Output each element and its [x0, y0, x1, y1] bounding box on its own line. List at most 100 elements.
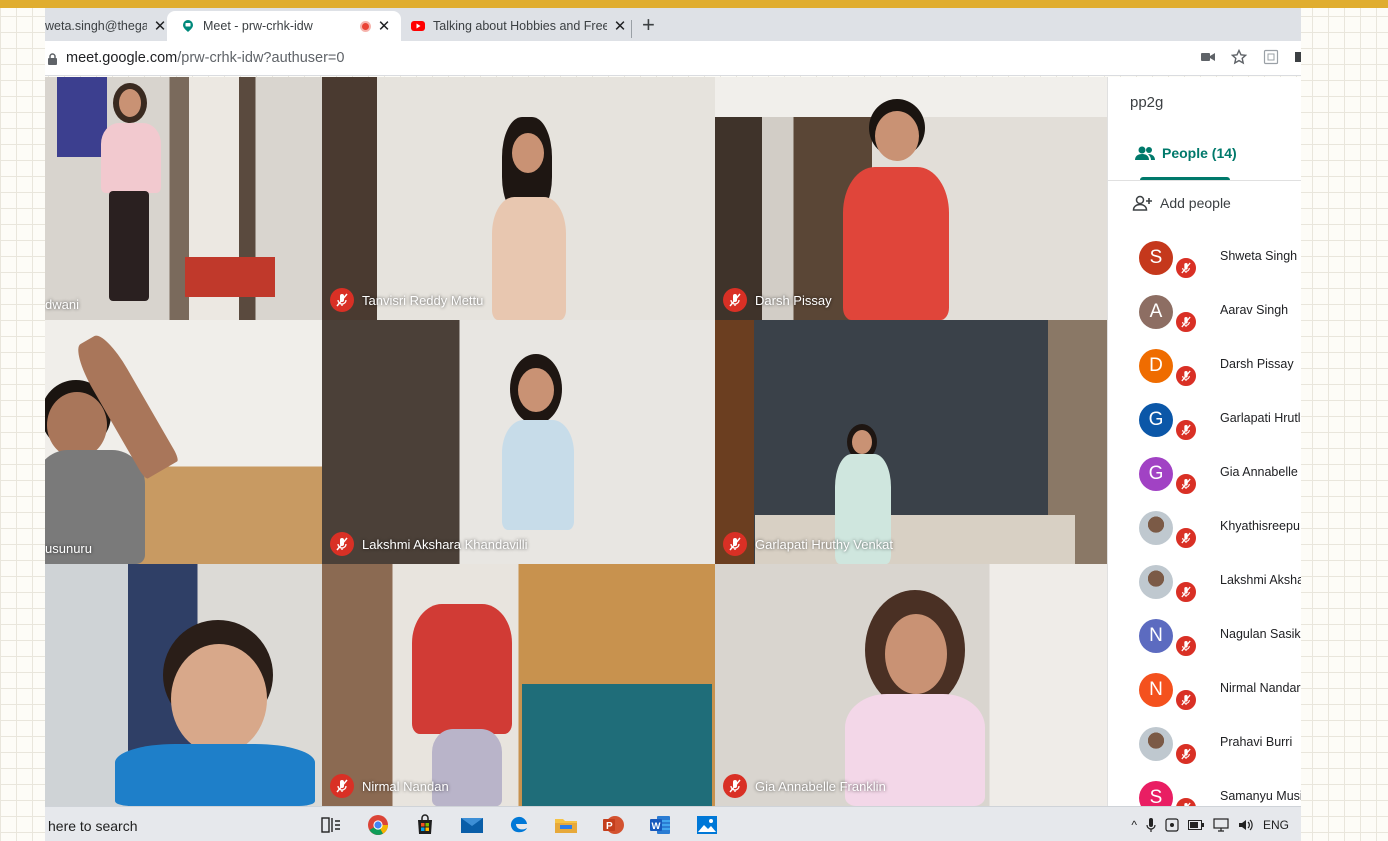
participant-body: [115, 744, 315, 806]
battery-icon[interactable]: [1187, 820, 1204, 830]
participant-row[interactable]: N Nirmal Nandar: [1108, 664, 1301, 718]
participant-name: Lakshmi Akshara Khandavilli: [362, 536, 528, 552]
video-tile[interactable]: Garlapati Hruthy Venkat: [715, 320, 1107, 564]
mic-off-icon: [1174, 256, 1198, 280]
participant-name: Shweta Singh (: [1220, 249, 1301, 263]
address-bar[interactable]: meet.google.com/prw-crhk-idw?authuser=0: [45, 41, 1301, 76]
participant-row[interactable]: A Aarav Singh: [1108, 286, 1301, 340]
participant-face: [875, 111, 919, 161]
mic-off-icon: [723, 532, 747, 556]
avatar: G: [1139, 457, 1173, 491]
svg-text:P: P: [606, 821, 613, 832]
participant-face: [518, 368, 554, 412]
word-icon[interactable]: W: [648, 813, 672, 837]
svg-text:W: W: [652, 821, 661, 832]
video-tile[interactable]: dwani: [45, 77, 322, 320]
participant-name: dwani: [45, 297, 79, 312]
close-tab-icon[interactable]: ✕: [153, 17, 167, 35]
close-tab-icon[interactable]: ✕: [613, 17, 627, 35]
microphone-icon[interactable]: [1146, 818, 1156, 832]
tab-meet[interactable]: Meet - prw-crhk-idw ✕: [167, 11, 401, 41]
video-tile[interactable]: [45, 564, 322, 806]
people-tab-label: People (14): [1162, 145, 1237, 161]
participant-face: [47, 392, 107, 458]
avatar: [1139, 511, 1173, 545]
taskbar-search[interactable]: here to search: [48, 818, 138, 834]
participant-name: usunuru: [45, 541, 92, 556]
mic-off-icon: [1174, 418, 1198, 442]
add-people-label: Add people: [1160, 195, 1231, 211]
participant-name-label: Darsh Pissay: [723, 288, 832, 312]
top-accent-band: [0, 0, 1388, 8]
url-text[interactable]: meet.google.com/prw-crhk-idw?authuser=0: [66, 50, 344, 66]
video-tile[interactable]: Nirmal Nandan: [322, 564, 715, 806]
extension-icon[interactable]: [1263, 49, 1279, 65]
meeting-code: pp2g: [1130, 94, 1164, 111]
video-tile[interactable]: usunuru: [45, 320, 322, 564]
participant-row[interactable]: Prahavi Burri: [1108, 718, 1301, 772]
tab-title: Meet - prw-crhk-idw: [203, 19, 313, 33]
video-tile[interactable]: Tanvisri Reddy Mettu: [322, 77, 715, 320]
participant-name-label: Nirmal Nandan: [330, 774, 449, 798]
participant-name: Nirmal Nandan: [362, 778, 449, 794]
network-icon[interactable]: [1213, 818, 1229, 832]
youtube-icon: [411, 21, 425, 31]
edge-icon[interactable]: [507, 813, 531, 837]
mic-off-icon: [330, 774, 354, 798]
participant-row[interactable]: S Samanyu Musi: [1108, 772, 1301, 806]
url-host: meet.google.com: [66, 50, 178, 66]
store-icon[interactable]: [413, 813, 437, 837]
close-tab-icon[interactable]: ✕: [377, 17, 391, 35]
tab-email[interactable]: weta.singh@thega ✕: [45, 11, 167, 41]
video-tile[interactable]: Darsh Pissay: [715, 77, 1107, 320]
people-list: S Shweta Singh (A Aarav Singh D Darsh Pissay…: [1108, 232, 1301, 806]
participant-row[interactable]: G Gia Annabelle: [1108, 448, 1301, 502]
photos-icon[interactable]: [695, 813, 719, 837]
star-icon[interactable]: [1231, 49, 1247, 65]
avatar: S: [1139, 781, 1173, 806]
participant-row[interactable]: Khyathisreepu:: [1108, 502, 1301, 556]
mic-off-icon: [723, 288, 747, 312]
file-explorer-icon[interactable]: [554, 813, 578, 837]
chevron-up-icon[interactable]: ^: [1131, 818, 1137, 832]
video-grid: dwani Tanvisri Reddy Mettu Darsh Pissay …: [45, 77, 1107, 806]
participant-name-label: Lakshmi Akshara Khandavilli: [330, 532, 527, 556]
taskbar-apps: P W: [319, 813, 719, 837]
participant-body: [492, 197, 566, 320]
tab-people[interactable]: People (14): [1134, 145, 1237, 161]
video-tile[interactable]: Lakshmi Akshara Khandavilli: [322, 320, 715, 564]
security-icon[interactable]: [1165, 818, 1179, 832]
mail-icon[interactable]: [460, 813, 484, 837]
powerpoint-icon[interactable]: P: [601, 813, 625, 837]
mic-off-icon: [723, 774, 747, 798]
url-path: /prw-crhk-idw?authuser=0: [177, 50, 345, 66]
browser-tab-bar: weta.singh@thega ✕ Meet - prw-crhk-idw ✕…: [45, 8, 1301, 41]
participant-name-label: dwani: [45, 297, 79, 312]
participant-name: Aarav Singh: [1220, 303, 1289, 317]
cabinet: [522, 684, 712, 806]
participant-name: Prahavi Burri: [1220, 735, 1293, 749]
tab-youtube[interactable]: Talking about Hobbies and Free ✕: [411, 11, 627, 41]
camera-icon[interactable]: [1201, 52, 1215, 62]
language-indicator[interactable]: ENG: [1263, 818, 1289, 832]
puzzle-icon[interactable]: [1295, 50, 1301, 64]
participant-row[interactable]: Lakshmi Aksha: [1108, 556, 1301, 610]
participant-row[interactable]: N Nagulan Sasik: [1108, 610, 1301, 664]
participant-row[interactable]: G Garlapati Hrutl: [1108, 394, 1301, 448]
participant-row[interactable]: D Darsh Pissay: [1108, 340, 1301, 394]
avatar: D: [1139, 349, 1173, 383]
video-tile[interactable]: Gia Annabelle Franklin: [715, 564, 1107, 806]
mic-off-icon: [1174, 472, 1198, 496]
participant-body: [843, 167, 949, 320]
new-tab-button[interactable]: +: [642, 14, 655, 36]
task-view-icon[interactable]: [319, 813, 343, 837]
participant-row[interactable]: S Shweta Singh (: [1108, 232, 1301, 286]
add-people-button[interactable]: Add people: [1132, 195, 1231, 211]
tab-separator: [631, 20, 632, 38]
chrome-icon[interactable]: [366, 813, 390, 837]
mic-off-icon: [1174, 688, 1198, 712]
participant-body: [412, 604, 512, 734]
divider: [1108, 180, 1301, 181]
volume-icon[interactable]: [1238, 818, 1254, 832]
participant-face: [171, 644, 267, 754]
